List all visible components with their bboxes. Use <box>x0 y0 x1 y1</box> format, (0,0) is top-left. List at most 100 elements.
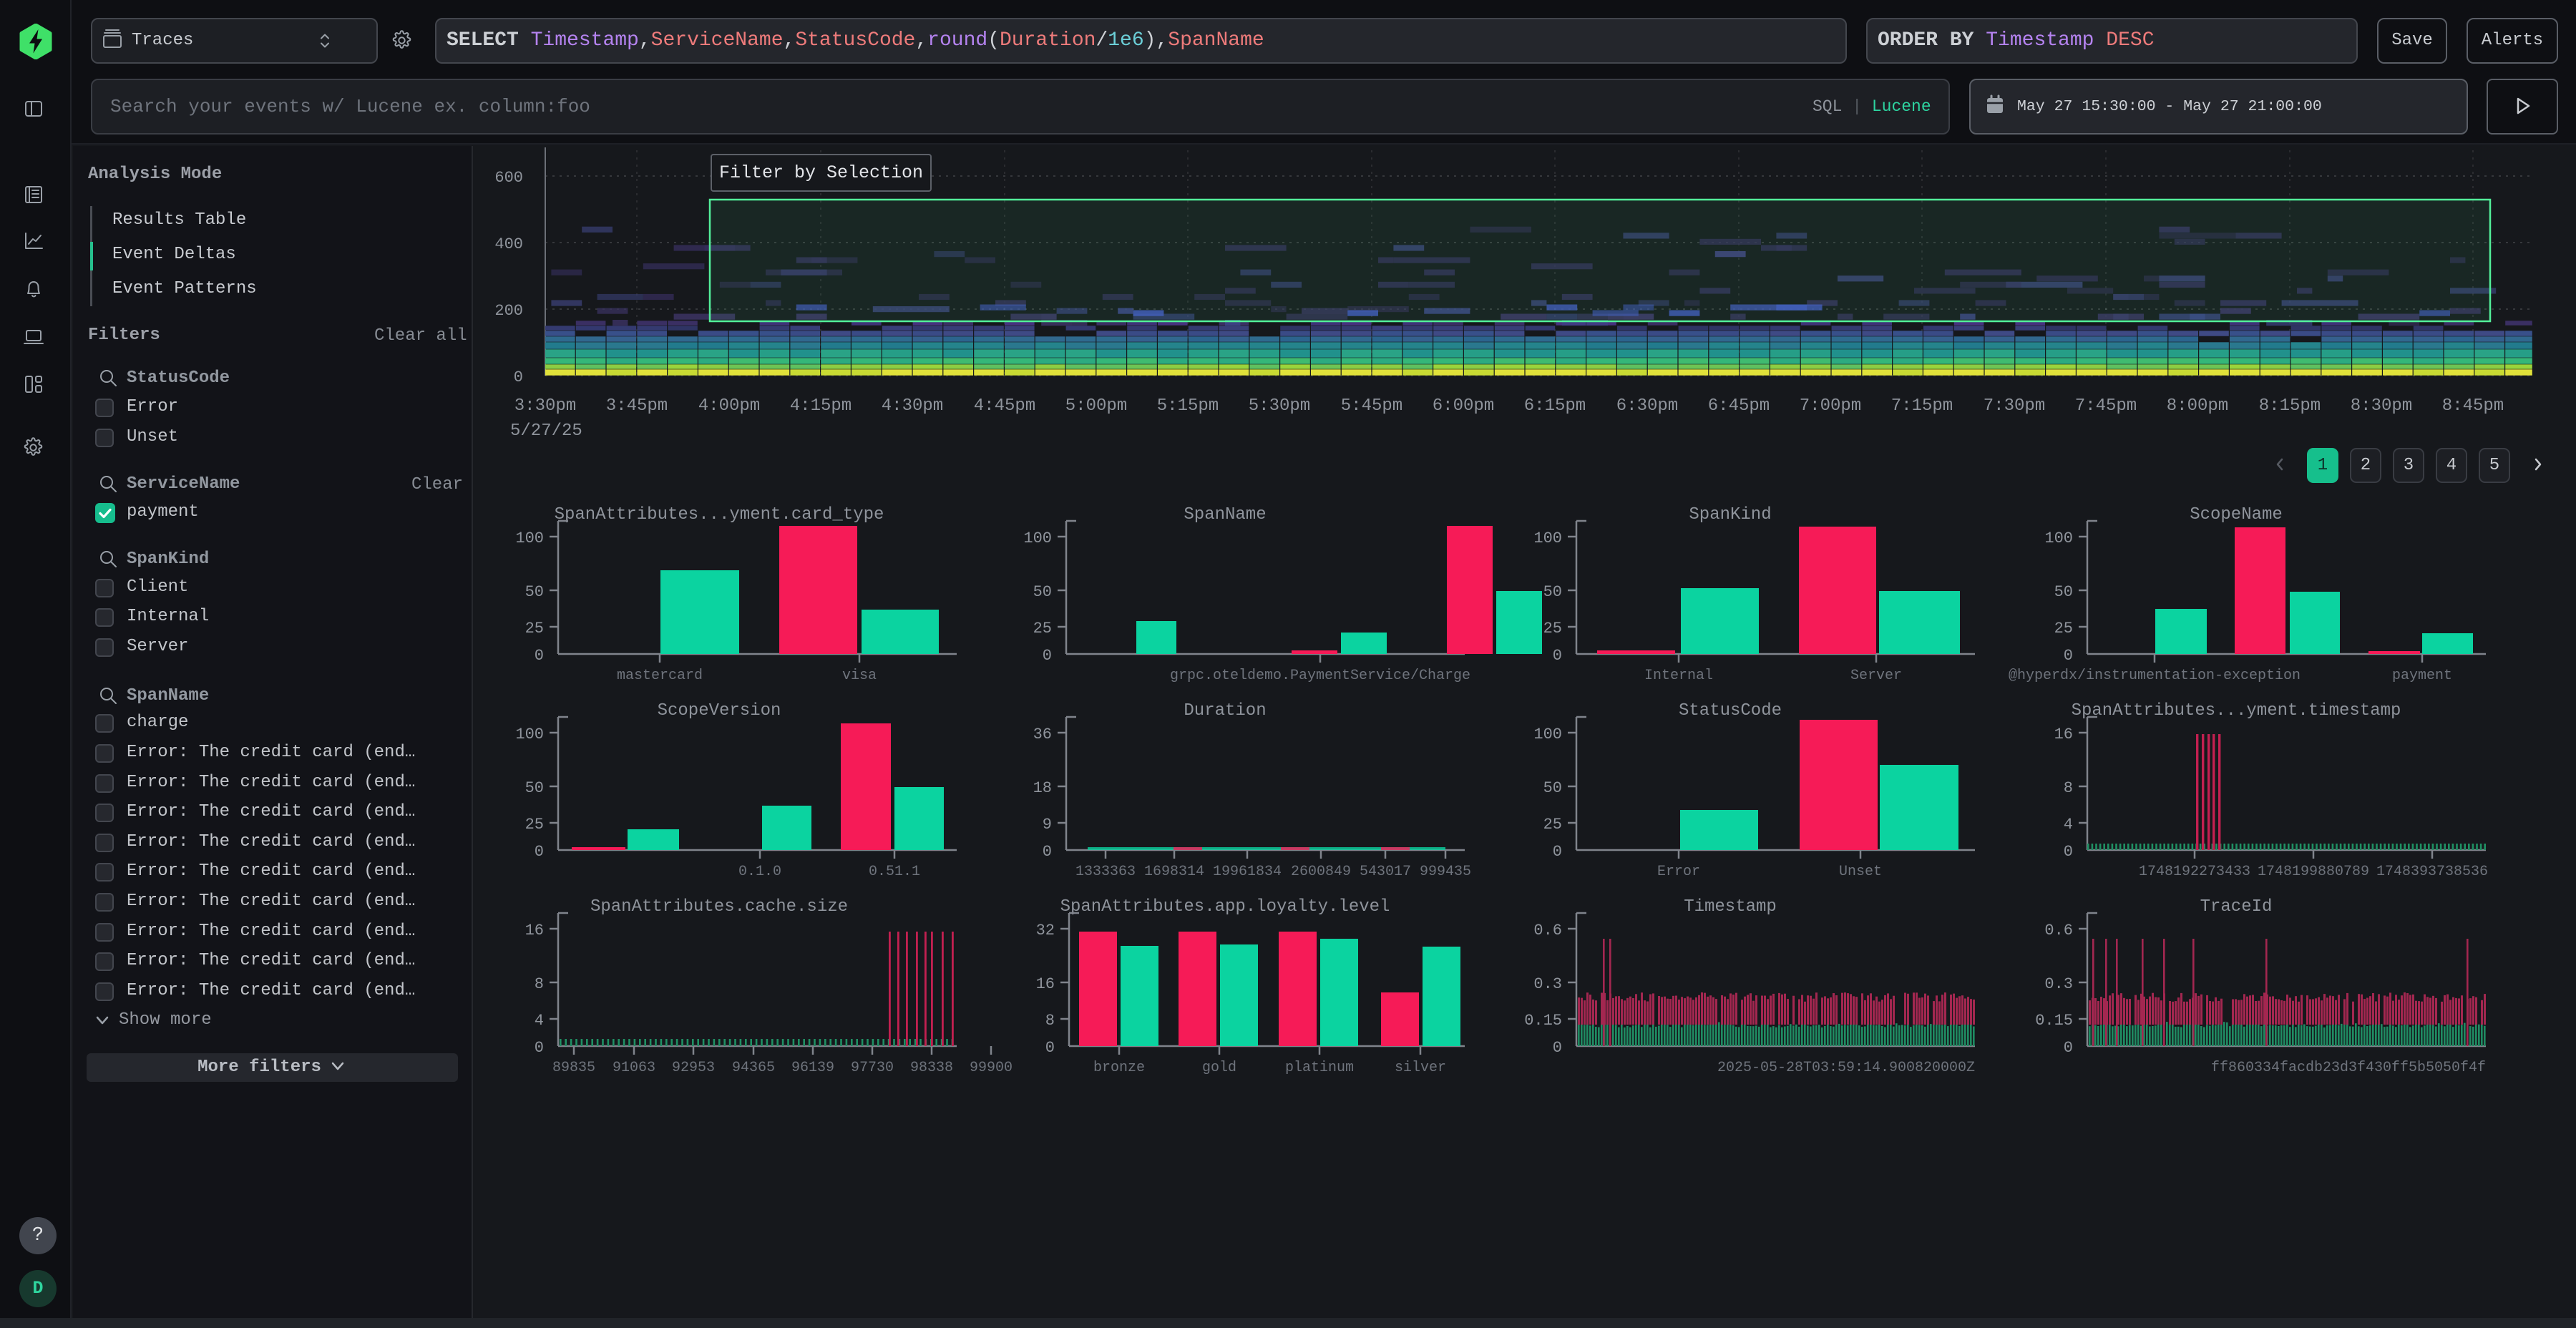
svg-text:4:45pm: 4:45pm <box>974 396 1035 416</box>
svg-text:8:15pm: 8:15pm <box>2259 396 2321 416</box>
svg-text:0: 0 <box>1043 647 1052 665</box>
svg-text:4:30pm: 4:30pm <box>882 396 943 416</box>
svg-text:100: 100 <box>515 529 544 547</box>
svg-text:25: 25 <box>525 816 544 834</box>
svg-text:1698314: 1698314 <box>1144 864 1204 880</box>
svg-text:1748199880789: 1748199880789 <box>2258 864 2369 880</box>
svg-text:0.15: 0.15 <box>1524 1012 1562 1030</box>
svg-text:7:00pm: 7:00pm <box>1800 396 1861 416</box>
svg-text:4: 4 <box>2064 816 2073 834</box>
svg-text:100: 100 <box>515 726 544 743</box>
svg-text:gold: gold <box>1202 1060 1236 1076</box>
svg-text:5/27/25: 5/27/25 <box>510 421 582 441</box>
svg-text:16: 16 <box>1036 975 1055 993</box>
svg-text:1748192273433: 1748192273433 <box>2139 864 2250 880</box>
svg-text:SpanAttributes...yment.card_ty: SpanAttributes...yment.card_type <box>555 505 884 524</box>
svg-text:7:15pm: 7:15pm <box>1891 396 1953 416</box>
svg-text:100: 100 <box>1023 529 1052 547</box>
svg-text:platinum: platinum <box>1285 1060 1354 1076</box>
svg-text:7:30pm: 7:30pm <box>1984 396 2045 416</box>
svg-text:6:30pm: 6:30pm <box>1616 396 1678 416</box>
svg-text:999435: 999435 <box>1420 864 1471 880</box>
svg-text:25: 25 <box>525 620 544 638</box>
svg-text:16: 16 <box>525 922 544 939</box>
svg-text:Timestamp: Timestamp <box>1684 897 1777 917</box>
svg-text:Server: Server <box>1850 668 1902 684</box>
svg-text:4:00pm: 4:00pm <box>698 396 760 416</box>
svg-text:543017: 543017 <box>1360 864 1411 880</box>
svg-text:0: 0 <box>535 843 544 861</box>
svg-text:0: 0 <box>535 647 544 665</box>
svg-text:Duration: Duration <box>1184 701 1266 721</box>
svg-text:100: 100 <box>1533 529 1562 547</box>
svg-text:9: 9 <box>1043 816 1052 834</box>
svg-text:50: 50 <box>525 779 544 797</box>
svg-text:25: 25 <box>1033 620 1052 638</box>
svg-text:600: 600 <box>494 169 523 187</box>
svg-text:50: 50 <box>1543 779 1562 797</box>
svg-text:1333363: 1333363 <box>1075 864 1136 880</box>
svg-text:SpanAttributes.cache.size: SpanAttributes.cache.size <box>590 897 848 917</box>
svg-text:0.6: 0.6 <box>2044 922 2073 939</box>
svg-text:6:45pm: 6:45pm <box>1708 396 1770 416</box>
svg-text:91063: 91063 <box>613 1060 655 1076</box>
svg-text:5:45pm: 5:45pm <box>1341 396 1402 416</box>
svg-text:Internal: Internal <box>1644 668 1713 684</box>
svg-text:mastercard: mastercard <box>617 668 703 684</box>
svg-text:25: 25 <box>1543 816 1562 834</box>
svg-text:@hyperdx/instrumentation-excep: @hyperdx/instrumentation-exception <box>2009 668 2301 684</box>
svg-text:5:15pm: 5:15pm <box>1157 396 1219 416</box>
svg-text:8:30pm: 8:30pm <box>2351 396 2412 416</box>
svg-text:0: 0 <box>1553 843 1562 861</box>
svg-text:Unset: Unset <box>1839 864 1882 880</box>
svg-text:4:15pm: 4:15pm <box>790 396 852 416</box>
svg-text:visa: visa <box>842 668 877 684</box>
svg-text:SpanKind: SpanKind <box>1689 505 1771 524</box>
svg-text:7:45pm: 7:45pm <box>2075 396 2137 416</box>
svg-text:5:00pm: 5:00pm <box>1065 396 1127 416</box>
svg-text:94365: 94365 <box>732 1060 775 1076</box>
svg-text:8:00pm: 8:00pm <box>2167 396 2228 416</box>
svg-text:16: 16 <box>2054 726 2073 743</box>
svg-text:ScopeVersion: ScopeVersion <box>658 701 781 721</box>
svg-text:bronze: bronze <box>1093 1060 1145 1076</box>
svg-text:1748393738536: 1748393738536 <box>2376 864 2488 880</box>
svg-text:0: 0 <box>514 368 523 386</box>
svg-text:0: 0 <box>535 1039 544 1057</box>
svg-text:3:45pm: 3:45pm <box>606 396 668 416</box>
svg-text:25: 25 <box>1543 620 1562 638</box>
svg-text:ScopeName: ScopeName <box>2190 505 2283 524</box>
svg-text:100: 100 <box>1533 726 1562 743</box>
svg-text:92953: 92953 <box>672 1060 715 1076</box>
svg-text:TraceId: TraceId <box>2200 897 2273 917</box>
svg-text:0.6: 0.6 <box>1533 922 1562 939</box>
svg-text:payment: payment <box>2392 668 2452 684</box>
svg-text:4: 4 <box>535 1012 544 1030</box>
svg-text:6:15pm: 6:15pm <box>1524 396 1586 416</box>
svg-text:3:30pm: 3:30pm <box>514 396 576 416</box>
svg-text:ff860334facdb23d3f430ff5b5050f: ff860334facdb23d3f430ff5b5050f4f <box>2211 1060 2486 1076</box>
svg-text:200: 200 <box>494 302 523 320</box>
svg-text:0.1.0: 0.1.0 <box>738 864 781 880</box>
svg-text:100: 100 <box>2044 529 2073 547</box>
svg-text:98338: 98338 <box>910 1060 953 1076</box>
svg-text:50: 50 <box>2054 583 2073 601</box>
svg-text:32: 32 <box>1036 922 1055 939</box>
svg-text:0.3: 0.3 <box>1533 975 1562 993</box>
svg-text:8:45pm: 8:45pm <box>2442 396 2504 416</box>
svg-text:2025-05-28T03:59:14.900820000Z: 2025-05-28T03:59:14.900820000Z <box>1717 1060 1975 1076</box>
svg-text:89835: 89835 <box>552 1060 595 1076</box>
svg-text:18: 18 <box>1033 779 1052 797</box>
svg-text:0: 0 <box>1553 1039 1562 1057</box>
svg-text:0: 0 <box>1553 647 1562 665</box>
svg-text:6:00pm: 6:00pm <box>1433 396 1494 416</box>
svg-text:96139: 96139 <box>791 1060 834 1076</box>
svg-text:400: 400 <box>494 235 523 253</box>
svg-text:StatusCode: StatusCode <box>1679 701 1782 721</box>
svg-text:0: 0 <box>2064 843 2073 861</box>
svg-text:SpanName: SpanName <box>1184 505 1266 524</box>
svg-text:8: 8 <box>1045 1012 1055 1030</box>
svg-text:SpanAttributes.app.loyalty.lev: SpanAttributes.app.loyalty.level <box>1060 897 1390 917</box>
svg-text:SpanAttributes...yment.timesta: SpanAttributes...yment.timestamp <box>2072 701 2401 721</box>
svg-text:0: 0 <box>1045 1039 1055 1057</box>
